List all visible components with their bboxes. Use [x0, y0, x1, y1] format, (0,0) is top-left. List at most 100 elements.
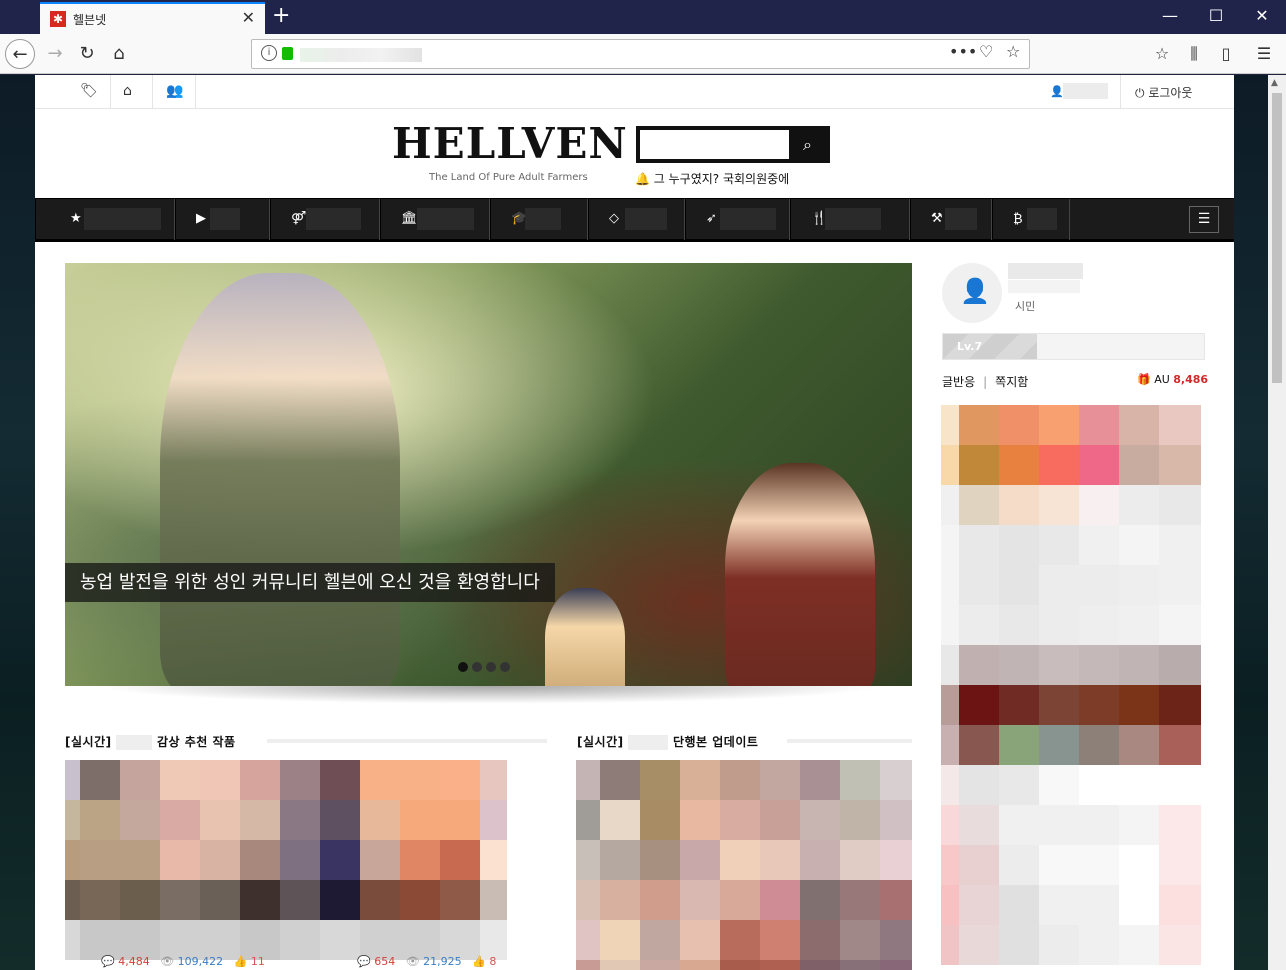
mosaic-tile — [680, 880, 720, 920]
mosaic-tile — [941, 445, 959, 485]
nav-item-7[interactable]: ➶ — [685, 199, 790, 240]
mosaic-tile — [80, 920, 120, 960]
eye-icon: 👁 — [160, 955, 175, 968]
reading-list-icon[interactable]: ☆ — [1150, 39, 1174, 69]
hero-slider[interactable]: 농업 발전을 위한 성인 커뮤니티 헬븐에 오신 것을 환영합니다 — [65, 263, 912, 686]
thumbnail-censored-1[interactable] — [65, 760, 507, 960]
level-bar: Lv.7 — [942, 333, 1205, 360]
mosaic-tile — [576, 760, 600, 800]
site-logo[interactable]: HELLVEN — [392, 119, 628, 168]
search-icon[interactable]: ⌕ — [789, 130, 826, 159]
nav-item-2[interactable]: ▶ — [175, 199, 270, 240]
mosaic-tile — [480, 880, 507, 920]
lock-icon — [282, 47, 293, 60]
nav-item-3[interactable]: ⚤ — [270, 199, 380, 240]
scroll-up-icon[interactable]: ▲ — [1271, 78, 1278, 88]
username-redacted[interactable] — [1063, 83, 1108, 99]
thumbs-up-icon: 👍 — [233, 955, 248, 968]
mosaic-tile — [120, 920, 160, 960]
avatar[interactable]: 👤 — [942, 263, 1002, 323]
home-button[interactable]: ⌂ — [104, 39, 134, 69]
nav-item-8[interactable]: 🍴 — [790, 199, 910, 240]
username-redacted — [1008, 263, 1083, 279]
section-title-recommend[interactable]: [실시간] 감상 추천 작품 — [65, 733, 236, 750]
user-icon[interactable]: 👤 — [1050, 85, 1064, 98]
reload-button[interactable]: ↻ — [72, 39, 102, 69]
maximize-button[interactable]: ☐ — [1206, 6, 1226, 26]
hamburger-menu-icon[interactable]: ☰ — [1252, 39, 1276, 69]
mosaic-tile — [1119, 525, 1159, 565]
hero-character-2 — [725, 463, 875, 686]
notice-ticker[interactable]: 🔔 그 누구였지? 국회의원중에 — [635, 170, 789, 187]
mosaic-tile — [1119, 445, 1159, 485]
mosaic-tile — [160, 760, 200, 800]
back-button[interactable]: ← — [5, 39, 35, 69]
sidebar-toggle-icon[interactable]: ▯ — [1214, 39, 1238, 69]
slider-dot[interactable] — [500, 662, 510, 672]
mosaic-tile — [760, 960, 800, 970]
sidebar-banner-censored[interactable] — [941, 405, 1201, 965]
nav-item-1[interactable]: ★ — [35, 199, 175, 240]
mosaic-tile — [200, 800, 240, 840]
inbox-icon[interactable]: ⌂ — [123, 83, 132, 99]
mosaic-tile — [600, 760, 640, 800]
scroll-thumb[interactable] — [1272, 93, 1282, 383]
mosaic-tile — [1119, 765, 1159, 805]
mosaic-tile — [280, 920, 320, 960]
mosaic-tile — [1039, 405, 1079, 445]
messages-link[interactable]: 쪽지함 — [995, 375, 1028, 389]
mosaic-tile — [720, 840, 760, 880]
nav-item-10[interactable]: ₿ — [992, 199, 1070, 240]
info-icon[interactable]: i — [261, 45, 277, 61]
mosaic-tile — [1119, 565, 1159, 605]
youtube-icon: ▶ — [196, 211, 206, 226]
browser-tab[interactable]: ✱ 헬븐넷 ✕ — [40, 2, 265, 34]
reactions-link[interactable]: 글반응 — [942, 375, 975, 389]
slider-dot[interactable] — [458, 662, 468, 672]
menu-toggle-icon[interactable]: ☰ — [1189, 206, 1219, 233]
tags-icon[interactable]: 🏷 — [80, 83, 98, 99]
users-icon[interactable]: 👥 — [166, 83, 183, 99]
section-title-updates[interactable]: [실시간] 단행본 업데이트 — [577, 733, 758, 750]
page-actions-icon[interactable]: ••• — [949, 42, 977, 61]
mosaic-tile — [680, 800, 720, 840]
forward-button[interactable]: → — [40, 39, 70, 69]
page-viewport: 🏷 ⌂ 👥 👤 ⏻ 로그아웃 HELLVEN The Land Of Pure … — [0, 75, 1268, 970]
thumbnail-censored-2[interactable] — [576, 760, 912, 970]
mosaic-tile — [80, 880, 120, 920]
bookmark-star-icon[interactable]: ☆ — [1006, 42, 1020, 61]
nav-label-redacted — [825, 208, 881, 230]
mosaic-tile — [80, 800, 120, 840]
nav-item-5[interactable]: 🎓 — [490, 199, 588, 240]
mosaic-tile — [680, 840, 720, 880]
nav-item-6[interactable]: ◇ — [588, 199, 685, 240]
close-window-button[interactable]: ✕ — [1252, 6, 1272, 26]
search-box[interactable]: ⌕ — [636, 126, 830, 163]
slider-dot[interactable] — [486, 662, 496, 672]
slider-dots[interactable] — [458, 657, 514, 676]
library-icon[interactable]: ⫼ — [1182, 39, 1206, 69]
logout-link[interactable]: ⏻ 로그아웃 — [1135, 84, 1192, 101]
nav-label-redacted — [306, 208, 361, 230]
mosaic-tile — [1079, 845, 1119, 885]
nav-item-9[interactable]: ⚒ — [910, 199, 992, 240]
mosaic-tile — [880, 840, 912, 880]
mosaic-tile — [400, 880, 440, 920]
mosaic-tile — [959, 925, 999, 965]
nav-item-4[interactable]: 🏛 — [380, 199, 490, 240]
section-suffix: 단행본 업데이트 — [672, 735, 759, 749]
mosaic-tile — [800, 760, 840, 800]
slider-dot[interactable] — [472, 662, 482, 672]
mosaic-tile — [120, 840, 160, 880]
section-suffix: 감상 추천 작품 — [156, 735, 236, 749]
mosaic-tile — [800, 840, 840, 880]
url-bar[interactable]: i ••• ♡ ☆ — [251, 39, 1030, 69]
pocket-icon[interactable]: ♡ — [979, 42, 993, 61]
page-scrollbar[interactable]: ▲ — [1268, 75, 1286, 970]
mosaic-tile — [959, 805, 999, 845]
close-tab-icon[interactable]: ✕ — [242, 8, 255, 27]
new-tab-button[interactable]: + — [272, 4, 290, 28]
minimize-button[interactable]: — — [1160, 6, 1180, 26]
gift-icon: 🎁 — [1137, 373, 1151, 386]
url-text-redacted — [300, 48, 422, 62]
